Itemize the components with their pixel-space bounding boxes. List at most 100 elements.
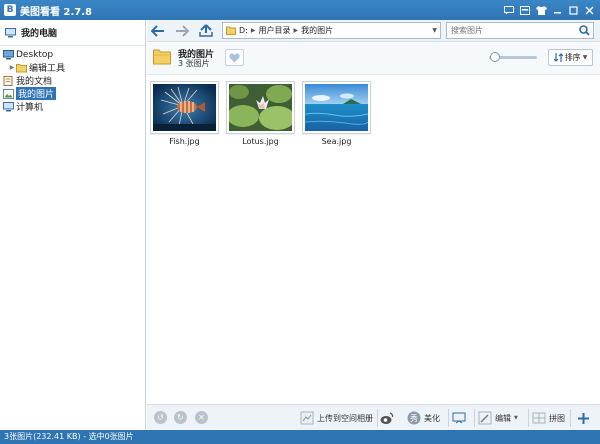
- close-icon[interactable]: [582, 3, 596, 17]
- delete-icon[interactable]: ✕: [195, 411, 208, 424]
- tree-item-label: 编辑工具: [29, 64, 66, 74]
- thumbnail-fish[interactable]: Fish.jpg: [150, 81, 219, 146]
- tree-item-label: 我的图片: [16, 87, 57, 100]
- upload-label: 上传到空间相册: [317, 413, 373, 423]
- breadcrumb-separator-icon: ▶: [250, 27, 256, 34]
- image-count: 3 张图片: [178, 59, 210, 68]
- search-icon[interactable]: [579, 25, 590, 36]
- folder-tree: Desktop ▶ 编辑工具 我的文档 我的图片 计算机: [0, 46, 145, 113]
- chevron-down-icon: ▼: [582, 54, 588, 61]
- maximize-icon[interactable]: [566, 3, 580, 17]
- app-title: 美图看看 2.7.8: [20, 6, 92, 18]
- tree-item-pictures[interactable]: 我的图片: [0, 87, 145, 100]
- expand-arrow-icon[interactable]: ▶: [8, 64, 16, 71]
- breadcrumb-drive[interactable]: D:: [239, 26, 248, 35]
- back-button[interactable]: [148, 21, 168, 41]
- breadcrumb-separator-icon: ▶: [293, 27, 299, 34]
- tree-item-edit-tools[interactable]: ▶ 编辑工具: [0, 61, 145, 74]
- lotus-image: [227, 84, 295, 131]
- beautify-label: 美化: [424, 413, 440, 423]
- heart-icon: [229, 53, 240, 62]
- edit-icon: [478, 411, 492, 425]
- mini-mode-icon[interactable]: [518, 3, 532, 17]
- thumbnail-filename: Sea.jpg: [321, 137, 352, 146]
- tree-item-label: 计算机: [16, 103, 44, 113]
- current-folder-icon: [153, 49, 171, 65]
- toolbar-divider: [570, 409, 571, 427]
- minimize-icon[interactable]: [550, 3, 564, 17]
- weibo-share-button[interactable]: [380, 410, 397, 426]
- folder-sidebar: 我的电脑 Desktop ▶ 编辑工具 我的文档 我的图片 计算机: [0, 20, 146, 430]
- path-breadcrumb[interactable]: D: ▶ 用户目录 ▶ 我的图片 ▼: [222, 22, 441, 39]
- add-button[interactable]: [577, 410, 590, 426]
- rotate-right-icon[interactable]: ↻: [174, 411, 187, 424]
- folder-info-bar: 我的图片 3 张图片 排序 ▼: [147, 43, 600, 75]
- tree-item-label: Desktop: [16, 49, 54, 60]
- thumbnail-frame[interactable]: [150, 81, 219, 134]
- search-input[interactable]: [451, 26, 571, 35]
- zoom-slider-handle[interactable]: [490, 52, 500, 62]
- thumbnail-filename: Fish.jpg: [169, 137, 200, 146]
- thumbnail-sea[interactable]: Sea.jpg: [302, 81, 371, 146]
- plus-icon: [578, 412, 589, 424]
- thumbnail-filename: Lotus.jpg: [242, 137, 279, 146]
- computer-icon: [3, 101, 14, 111]
- upload-album-button[interactable]: 上传到空间相册: [300, 410, 373, 426]
- sort-button[interactable]: 排序 ▼: [548, 49, 593, 66]
- upload-icon: [300, 411, 314, 425]
- forward-arrow-icon: [176, 24, 189, 37]
- forward-button[interactable]: [172, 21, 192, 41]
- toolbar-divider: [528, 409, 529, 427]
- slideshow-button[interactable]: [452, 410, 469, 426]
- bottom-toolbar: ↺ ↻ ✕ 上传到空间相册 秀 美化 编辑 ▼ 拼图: [147, 404, 600, 430]
- favorite-button[interactable]: [225, 49, 244, 66]
- documents-icon: [3, 75, 13, 86]
- up-folder-button[interactable]: [196, 21, 216, 41]
- tree-item-desktop[interactable]: Desktop: [0, 48, 145, 61]
- slideshow-icon: [452, 412, 466, 424]
- svg-text:秀: 秀: [410, 413, 418, 423]
- beautify-icon: 秀: [407, 411, 421, 425]
- title-bar: B 美图看看 2.7.8: [0, 0, 600, 20]
- collage-icon: [532, 412, 546, 424]
- weibo-icon: [380, 412, 394, 424]
- sea-image: [304, 84, 369, 131]
- collage-button[interactable]: 拼图: [532, 410, 565, 426]
- feedback-icon[interactable]: [502, 3, 516, 17]
- path-dropdown-icon[interactable]: ▼: [432, 27, 437, 34]
- breadcrumb-user-dir[interactable]: 用户目录: [258, 25, 290, 36]
- tree-item-documents[interactable]: 我的文档: [0, 74, 145, 87]
- beautify-button[interactable]: 秀 美化: [407, 410, 440, 426]
- search-box: [446, 22, 594, 39]
- thumbnail-frame[interactable]: [226, 81, 295, 134]
- folder-icon: [16, 63, 27, 72]
- pictures-icon: [3, 88, 14, 99]
- sort-label: 排序: [564, 53, 581, 62]
- skin-icon[interactable]: [534, 3, 548, 17]
- folder-icon: [226, 26, 236, 35]
- my-computer-label: 我的电脑: [21, 29, 58, 39]
- app-logo-icon: B: [4, 4, 16, 16]
- tree-item-computer[interactable]: 计算机: [0, 100, 145, 113]
- my-computer-header[interactable]: 我的电脑: [0, 20, 145, 46]
- back-arrow-icon: [151, 24, 164, 37]
- thumbnail-frame[interactable]: [302, 81, 371, 134]
- thumbnail-lotus[interactable]: Lotus.jpg: [226, 81, 295, 146]
- desktop-icon: [3, 49, 14, 59]
- chevron-down-icon[interactable]: ▼: [514, 415, 518, 421]
- window-controls: [502, 3, 596, 17]
- breadcrumb-pictures[interactable]: 我的图片: [301, 25, 333, 36]
- rotate-left-icon[interactable]: ↺: [154, 411, 167, 424]
- edit-button[interactable]: 编辑 ▼: [478, 410, 518, 426]
- fish-image: [153, 84, 216, 131]
- status-bar: 3张图片(232.41 KB) - 选中0张图片: [0, 430, 600, 444]
- thumbnail-grid: Fish.jpg Lotus.jpg Sea.jpg: [147, 76, 600, 403]
- sort-icon: [553, 53, 563, 62]
- toolbar-divider: [474, 409, 475, 427]
- collage-label: 拼图: [549, 413, 565, 423]
- edit-label: 编辑: [495, 413, 511, 423]
- toolbar-divider: [377, 409, 378, 427]
- toolbar-divider: [448, 409, 449, 427]
- navigation-bar: D: ▶ 用户目录 ▶ 我的图片 ▼: [147, 20, 600, 42]
- up-folder-icon: [199, 24, 213, 37]
